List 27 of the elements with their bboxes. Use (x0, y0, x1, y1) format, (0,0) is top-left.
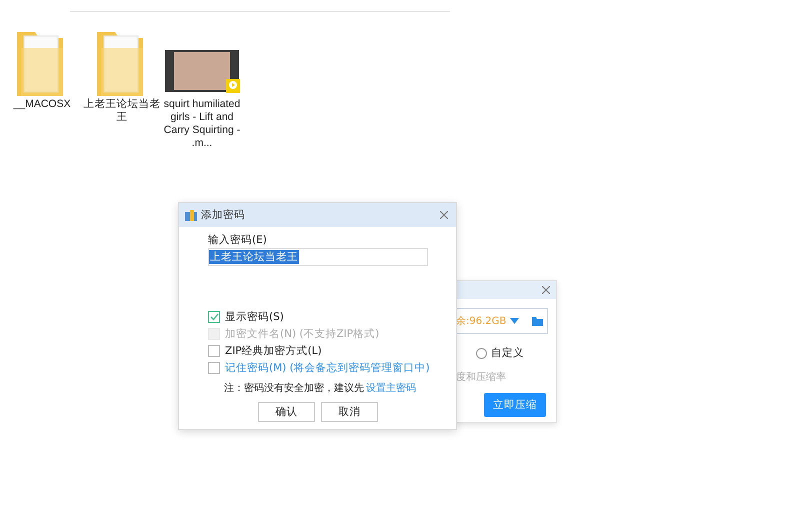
hint-text: 度和压缩率 (456, 370, 507, 384)
checkbox[interactable] (208, 362, 220, 374)
radio-button[interactable] (476, 348, 487, 358)
folder-icon[interactable] (532, 316, 543, 326)
checkbox-label: 加密文件名(N) (不支持ZIP格式) (225, 327, 380, 341)
file-name[interactable]: 上老王论坛当老王 (83, 98, 161, 124)
archive-icon (185, 210, 197, 220)
checkbox-label: 记住密码(M) (将会备忘到密码管理窗口中) (225, 361, 430, 375)
password-field[interactable]: 上老王论坛当老王 (208, 248, 428, 266)
dialog-button[interactable]: 取消 (321, 402, 378, 422)
checkbox[interactable] (208, 345, 220, 357)
password-label: 输入密码(E) (208, 233, 268, 247)
checkbox-label: 显示密码(S) (225, 310, 284, 324)
file-name[interactable]: __MACOSX (3, 98, 81, 111)
checkbox-label: ZIP经典加密方式(L) (225, 344, 322, 358)
radio-label: 自定义 (491, 346, 524, 360)
close-icon[interactable] (440, 211, 448, 219)
set-master-password-link[interactable]: 设置主密码 (366, 381, 416, 395)
close-icon[interactable] (542, 286, 550, 294)
checkbox[interactable] (208, 311, 220, 323)
photo-placeholder (174, 52, 230, 90)
caret-icon (510, 318, 520, 324)
player-badge-icon (226, 79, 240, 93)
dialog-title: 添加密码 (201, 208, 246, 222)
dialog-button[interactable]: 确认 (258, 402, 315, 422)
file-name[interactable]: squirt humiliated girls - Lift and Carry Squirting - .m... (163, 98, 241, 150)
note-text: 注：密码没有安全加密，建议先 (224, 382, 364, 395)
